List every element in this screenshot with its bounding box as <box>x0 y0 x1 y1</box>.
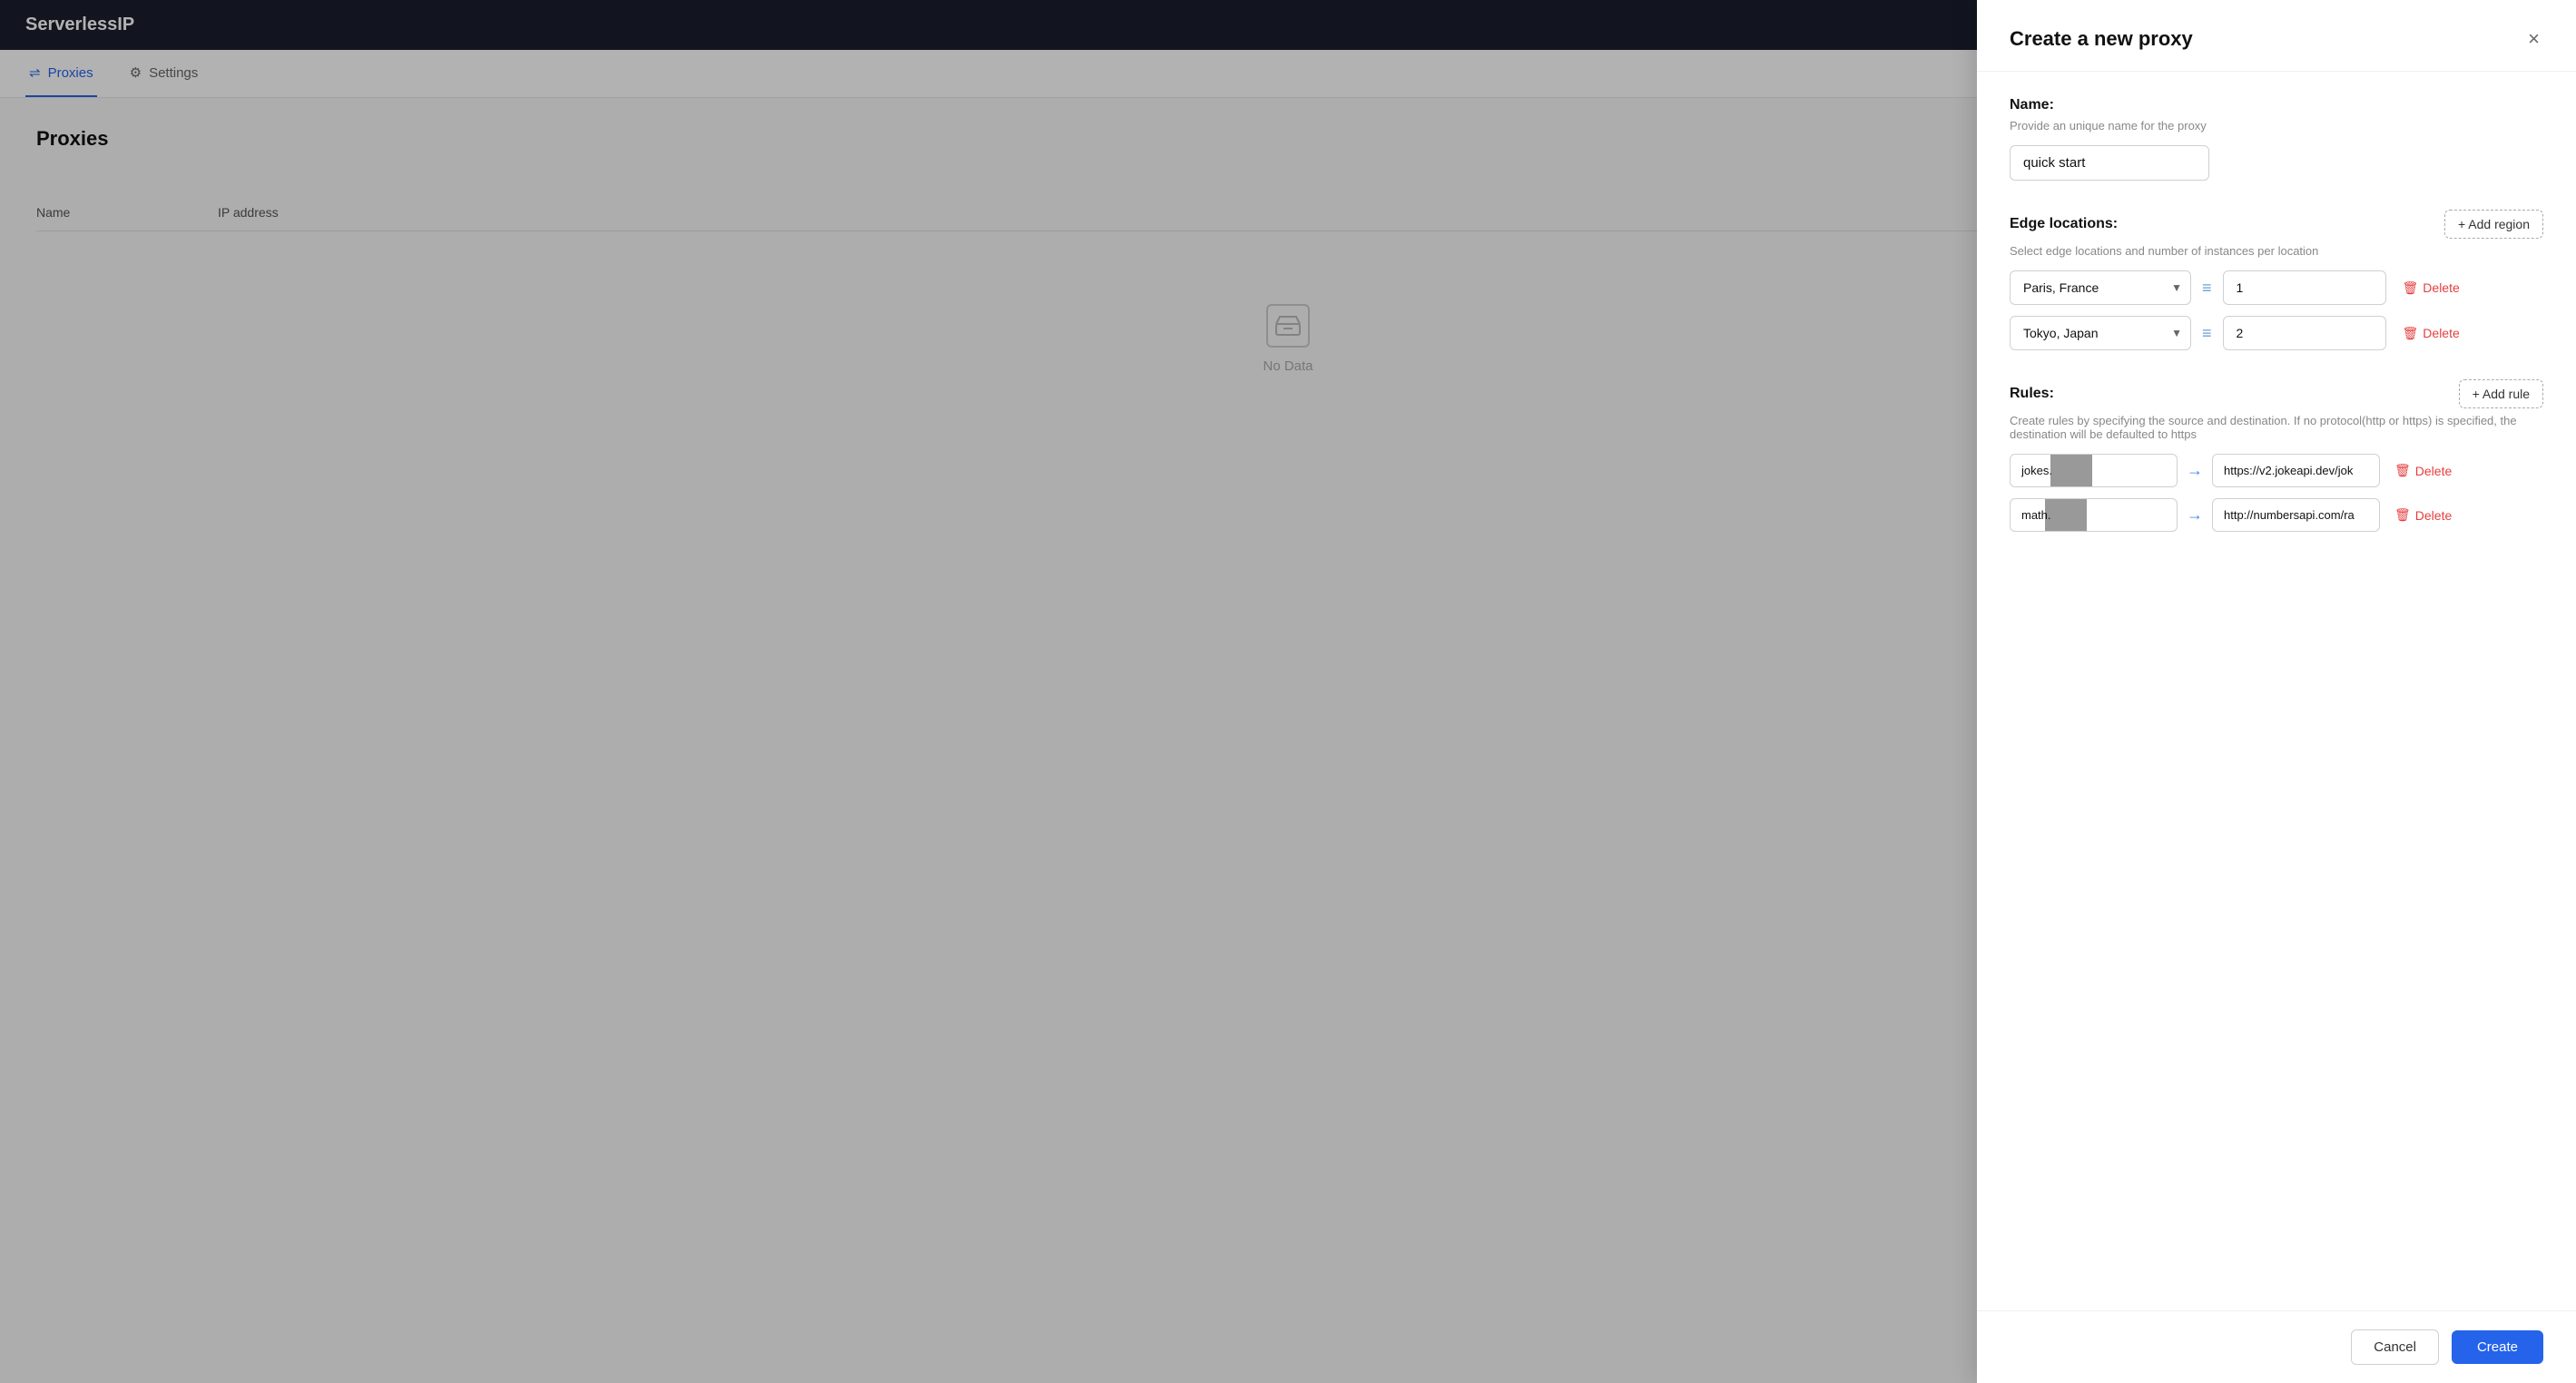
delete-rule-1[interactable]: 🗑 Delete <box>2389 457 2457 484</box>
modal-body: Name: Provide an unique name for the pro… <box>1977 72 2576 1310</box>
delete-icon-1: 🗑 <box>2403 280 2419 296</box>
delete-rule-label-2: Delete <box>2415 508 2452 523</box>
name-input[interactable] <box>2010 145 2209 181</box>
edge-locations-title: Edge locations: <box>2010 216 2118 232</box>
location-select-paris[interactable]: Paris, France Tokyo, Japan New York, USA… <box>2010 270 2191 305</box>
location-select-tokyo[interactable]: Paris, France Tokyo, Japan New York, USA… <box>2010 316 2191 350</box>
rule-row-2: → 🗑 Delete <box>2010 498 2543 532</box>
equals-icon-1: ≡ <box>2202 279 2212 298</box>
rules-hint: Create rules by specifying the source an… <box>2010 414 2543 441</box>
rule-row-1: → 🗑 Delete <box>2010 454 2543 487</box>
rules-section: Rules: + Add rule Create rules by specif… <box>2010 379 2543 532</box>
modal-header: Create a new proxy × <box>1977 0 2576 72</box>
delete-rule-icon-1: 🗑 <box>2394 463 2411 478</box>
location-row-paris: Paris, France Tokyo, Japan New York, USA… <box>2010 270 2543 305</box>
location-select-wrapper-2: Paris, France Tokyo, Japan New York, USA… <box>2010 316 2191 350</box>
modal-title: Create a new proxy <box>2010 27 2193 51</box>
arrow-icon-2: → <box>2187 505 2203 525</box>
name-hint: Provide an unique name for the proxy <box>2010 119 2543 132</box>
count-input-paris[interactable] <box>2223 270 2386 305</box>
count-input-tokyo[interactable] <box>2223 316 2386 350</box>
rule-dest-2[interactable] <box>2212 498 2380 532</box>
delete-label-1: Delete <box>2423 280 2459 295</box>
name-label: Name: <box>2010 97 2543 113</box>
edge-locations-section: Edge locations: + Add region Select edge… <box>2010 210 2543 350</box>
location-row-tokyo: Paris, France Tokyo, Japan New York, USA… <box>2010 316 2543 350</box>
delete-location-paris[interactable]: 🗑 Delete <box>2397 275 2465 301</box>
add-region-button[interactable]: + Add region <box>2444 210 2543 239</box>
rules-title: Rules: <box>2010 386 2054 402</box>
equals-icon-2: ≡ <box>2202 324 2212 343</box>
modal-panel: Create a new proxy × Name: Provide an un… <box>1977 0 2576 1383</box>
delete-label-2: Delete <box>2423 326 2459 340</box>
delete-location-tokyo[interactable]: 🗑 Delete <box>2397 320 2465 347</box>
edge-locations-header: Edge locations: + Add region <box>2010 210 2543 239</box>
rule-source-1[interactable] <box>2010 454 2178 487</box>
rules-header: Rules: + Add rule <box>2010 379 2543 408</box>
arrow-icon-1: → <box>2187 461 2203 480</box>
rule-dest-1[interactable] <box>2212 454 2380 487</box>
cancel-button[interactable]: Cancel <box>2351 1329 2439 1365</box>
close-button[interactable]: × <box>2524 25 2543 53</box>
create-button[interactable]: Create <box>2452 1330 2543 1364</box>
delete-rule-2[interactable]: 🗑 Delete <box>2389 502 2457 528</box>
rule-source-2[interactable] <box>2010 498 2178 532</box>
name-section: Name: Provide an unique name for the pro… <box>2010 97 2543 181</box>
edge-locations-hint: Select edge locations and number of inst… <box>2010 244 2543 258</box>
delete-rule-label-1: Delete <box>2415 464 2452 478</box>
modal-footer: Cancel Create <box>1977 1310 2576 1383</box>
location-select-wrapper-1: Paris, France Tokyo, Japan New York, USA… <box>2010 270 2191 305</box>
delete-icon-2: 🗑 <box>2403 326 2419 341</box>
delete-rule-icon-2: 🗑 <box>2394 507 2411 523</box>
add-rule-button[interactable]: + Add rule <box>2459 379 2543 408</box>
